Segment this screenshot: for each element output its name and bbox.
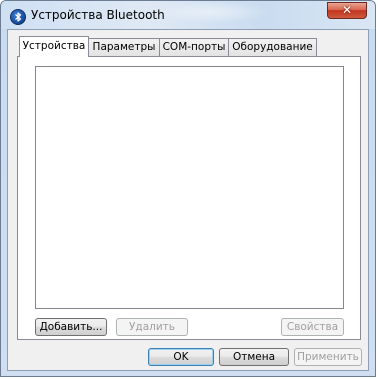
ok-button[interactable]: OK: [148, 348, 214, 366]
close-button[interactable]: ✕: [327, 2, 367, 19]
cancel-button-label: Отмена: [232, 351, 276, 363]
devices-list[interactable]: [35, 66, 344, 309]
properties-button-label: Свойства: [286, 321, 339, 333]
devices-tab-panel: Добавить... Удалить Свойства: [17, 56, 361, 340]
window-title: Устройства Bluetooth: [31, 8, 165, 22]
title-bar-glow: [151, 1, 271, 23]
apply-button-label: Применить: [297, 351, 359, 363]
apply-button[interactable]: Применить: [294, 348, 362, 366]
cancel-button[interactable]: Отмена: [219, 348, 289, 366]
remove-button-label: Удалить: [129, 321, 175, 333]
dialog-client-area: Устройства Параметры COM-порты Оборудова…: [7, 29, 369, 371]
add-button-label: Добавить...: [39, 321, 103, 333]
tab-hardware[interactable]: Оборудование: [228, 38, 317, 56]
bluetooth-icon: [10, 9, 26, 25]
tab-com-ports[interactable]: COM-порты: [159, 38, 229, 56]
bluetooth-devices-window: Устройства Bluetooth ✕ Устройства Параме…: [0, 0, 376, 377]
ok-button-label: OK: [173, 351, 189, 363]
properties-button[interactable]: Свойства: [281, 318, 344, 336]
remove-button[interactable]: Удалить: [116, 318, 188, 336]
close-icon: ✕: [341, 3, 353, 17]
add-button[interactable]: Добавить...: [35, 318, 107, 336]
title-bar[interactable]: Устройства Bluetooth ✕: [1, 1, 375, 29]
tab-parameters[interactable]: Параметры: [88, 38, 160, 56]
tab-devices[interactable]: Устройства: [19, 36, 89, 57]
